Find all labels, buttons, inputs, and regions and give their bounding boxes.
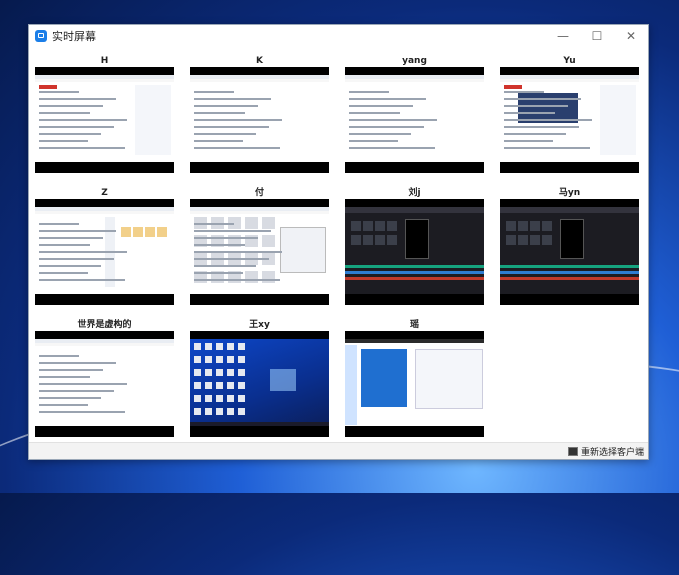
client-tile[interactable]: 王xy [190, 319, 329, 442]
reselect-clients-label: 重新选择客户端 [580, 447, 644, 458]
client-screen-capture [35, 75, 174, 162]
client-screen-thumbnail[interactable] [190, 67, 329, 173]
title-bar[interactable]: 实时屏幕 — ☐ ✕ [29, 25, 648, 47]
client-name: K [256, 56, 263, 66]
client-tile[interactable]: 瑶 [345, 319, 484, 442]
client-name: 付 [254, 188, 264, 198]
monitor-icon [567, 446, 578, 456]
client-tile[interactable]: K [190, 55, 329, 178]
client-screen-grid: H Kyang Yu Z 付 刘j 马yn 世界是虚构的 王xy 瑶 [35, 55, 643, 439]
client-screen-thumbnail[interactable] [35, 331, 174, 437]
client-tile[interactable]: 刘j [345, 187, 484, 310]
reselect-clients-button[interactable]: 重新选择客户端 [567, 444, 644, 458]
window-title: 实时屏幕 [52, 30, 96, 43]
client-screen-capture [345, 207, 484, 294]
close-button[interactable]: ✕ [614, 25, 648, 47]
client-tile[interactable]: 付 [190, 187, 329, 310]
status-bar: 重新选择客户端 [29, 442, 648, 459]
client-name: Yu [563, 56, 576, 66]
client-screen-thumbnail[interactable] [345, 67, 484, 173]
client-screen-thumbnail[interactable] [345, 199, 484, 305]
client-tile[interactable]: 世界是虚构的 [35, 319, 174, 442]
client-name: 马yn [558, 188, 581, 198]
client-screen-capture [190, 207, 329, 294]
client-screen-thumbnail[interactable] [35, 67, 174, 173]
client-screen-thumbnail[interactable] [500, 199, 639, 305]
client-tile[interactable]: Yu [500, 55, 639, 178]
client-tile[interactable]: 马yn [500, 187, 639, 310]
client-tile[interactable]: H [35, 55, 174, 178]
client-screen-capture [345, 75, 484, 162]
client-name: 世界是虚构的 [77, 320, 132, 330]
client-screen-thumbnail[interactable] [35, 199, 174, 305]
client-name: Z [101, 188, 108, 198]
client-tile[interactable]: yang [345, 55, 484, 178]
client-name: H [100, 56, 109, 66]
client-name: 王xy [249, 320, 270, 330]
client-name: 瑶 [409, 320, 419, 330]
client-screen-capture [500, 207, 639, 294]
client-screen-capture [190, 339, 329, 426]
client-screen-thumbnail[interactable] [190, 199, 329, 305]
app-logo-icon [35, 30, 47, 42]
client-screen-capture [35, 339, 174, 426]
client-screen-thumbnail[interactable] [345, 331, 484, 437]
client-name: 刘j [408, 188, 421, 198]
client-tile[interactable]: Z [35, 187, 174, 310]
client-screen-capture [500, 75, 639, 162]
client-screen-thumbnail[interactable] [500, 67, 639, 173]
client-screen-thumbnail[interactable] [190, 331, 329, 437]
client-screen-capture [190, 75, 329, 162]
minimize-button[interactable]: — [546, 25, 580, 47]
client-screen-capture [345, 339, 484, 426]
maximize-button[interactable]: ☐ [580, 25, 614, 47]
client-screen-capture [35, 207, 174, 294]
live-screen-window: 实时屏幕 — ☐ ✕ H Kyang Yu Z 付 刘j 马yn 世界是虚构的 王xy 瑶 重新选… [28, 24, 649, 460]
client-name: yang [402, 56, 427, 66]
